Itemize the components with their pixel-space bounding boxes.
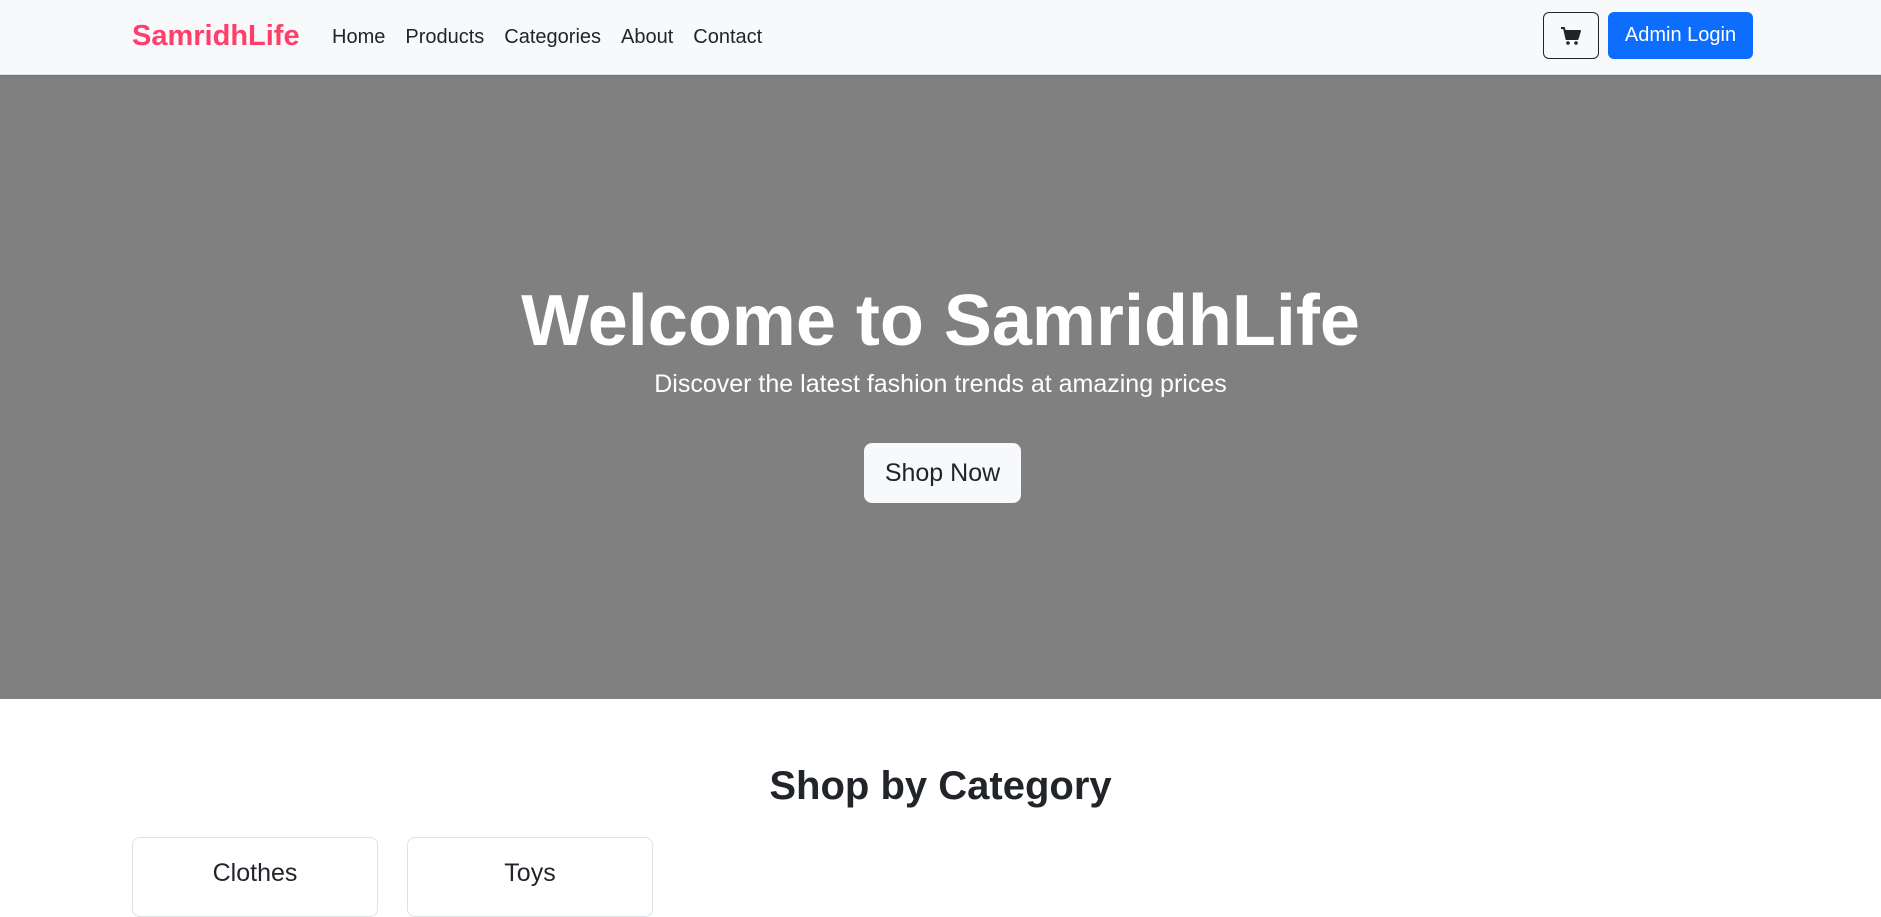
category-card-toys[interactable]: Toys — [407, 837, 653, 917]
navbar: SamridhLife Home Products Categories Abo… — [0, 0, 1881, 75]
cart-icon — [1561, 26, 1581, 45]
brand-logo[interactable]: SamridhLife — [132, 18, 300, 54]
nav-link-products[interactable]: Products — [405, 22, 484, 52]
admin-login-button[interactable]: Admin Login — [1608, 12, 1753, 59]
cart-button[interactable] — [1543, 12, 1599, 59]
hero-banner: Welcome to SamridhLife Discover the late… — [0, 75, 1881, 699]
category-name: Toys — [504, 859, 556, 887]
shop-now-button[interactable]: Shop Now — [864, 443, 1021, 503]
nav-link-categories[interactable]: Categories — [504, 22, 601, 52]
nav-link-about[interactable]: About — [621, 22, 673, 52]
nav-links: Home Products Categories About Contact — [332, 22, 782, 52]
nav-link-contact[interactable]: Contact — [693, 22, 762, 52]
nav-link-home[interactable]: Home — [332, 22, 385, 52]
hero-subtitle: Discover the latest fashion trends at am… — [654, 370, 1227, 398]
category-card-clothes[interactable]: Clothes — [132, 837, 378, 917]
hero-title: Welcome to SamridhLife — [521, 281, 1360, 361]
category-name: Clothes — [212, 859, 298, 887]
categories-heading: Shop by Category — [769, 764, 1112, 808]
